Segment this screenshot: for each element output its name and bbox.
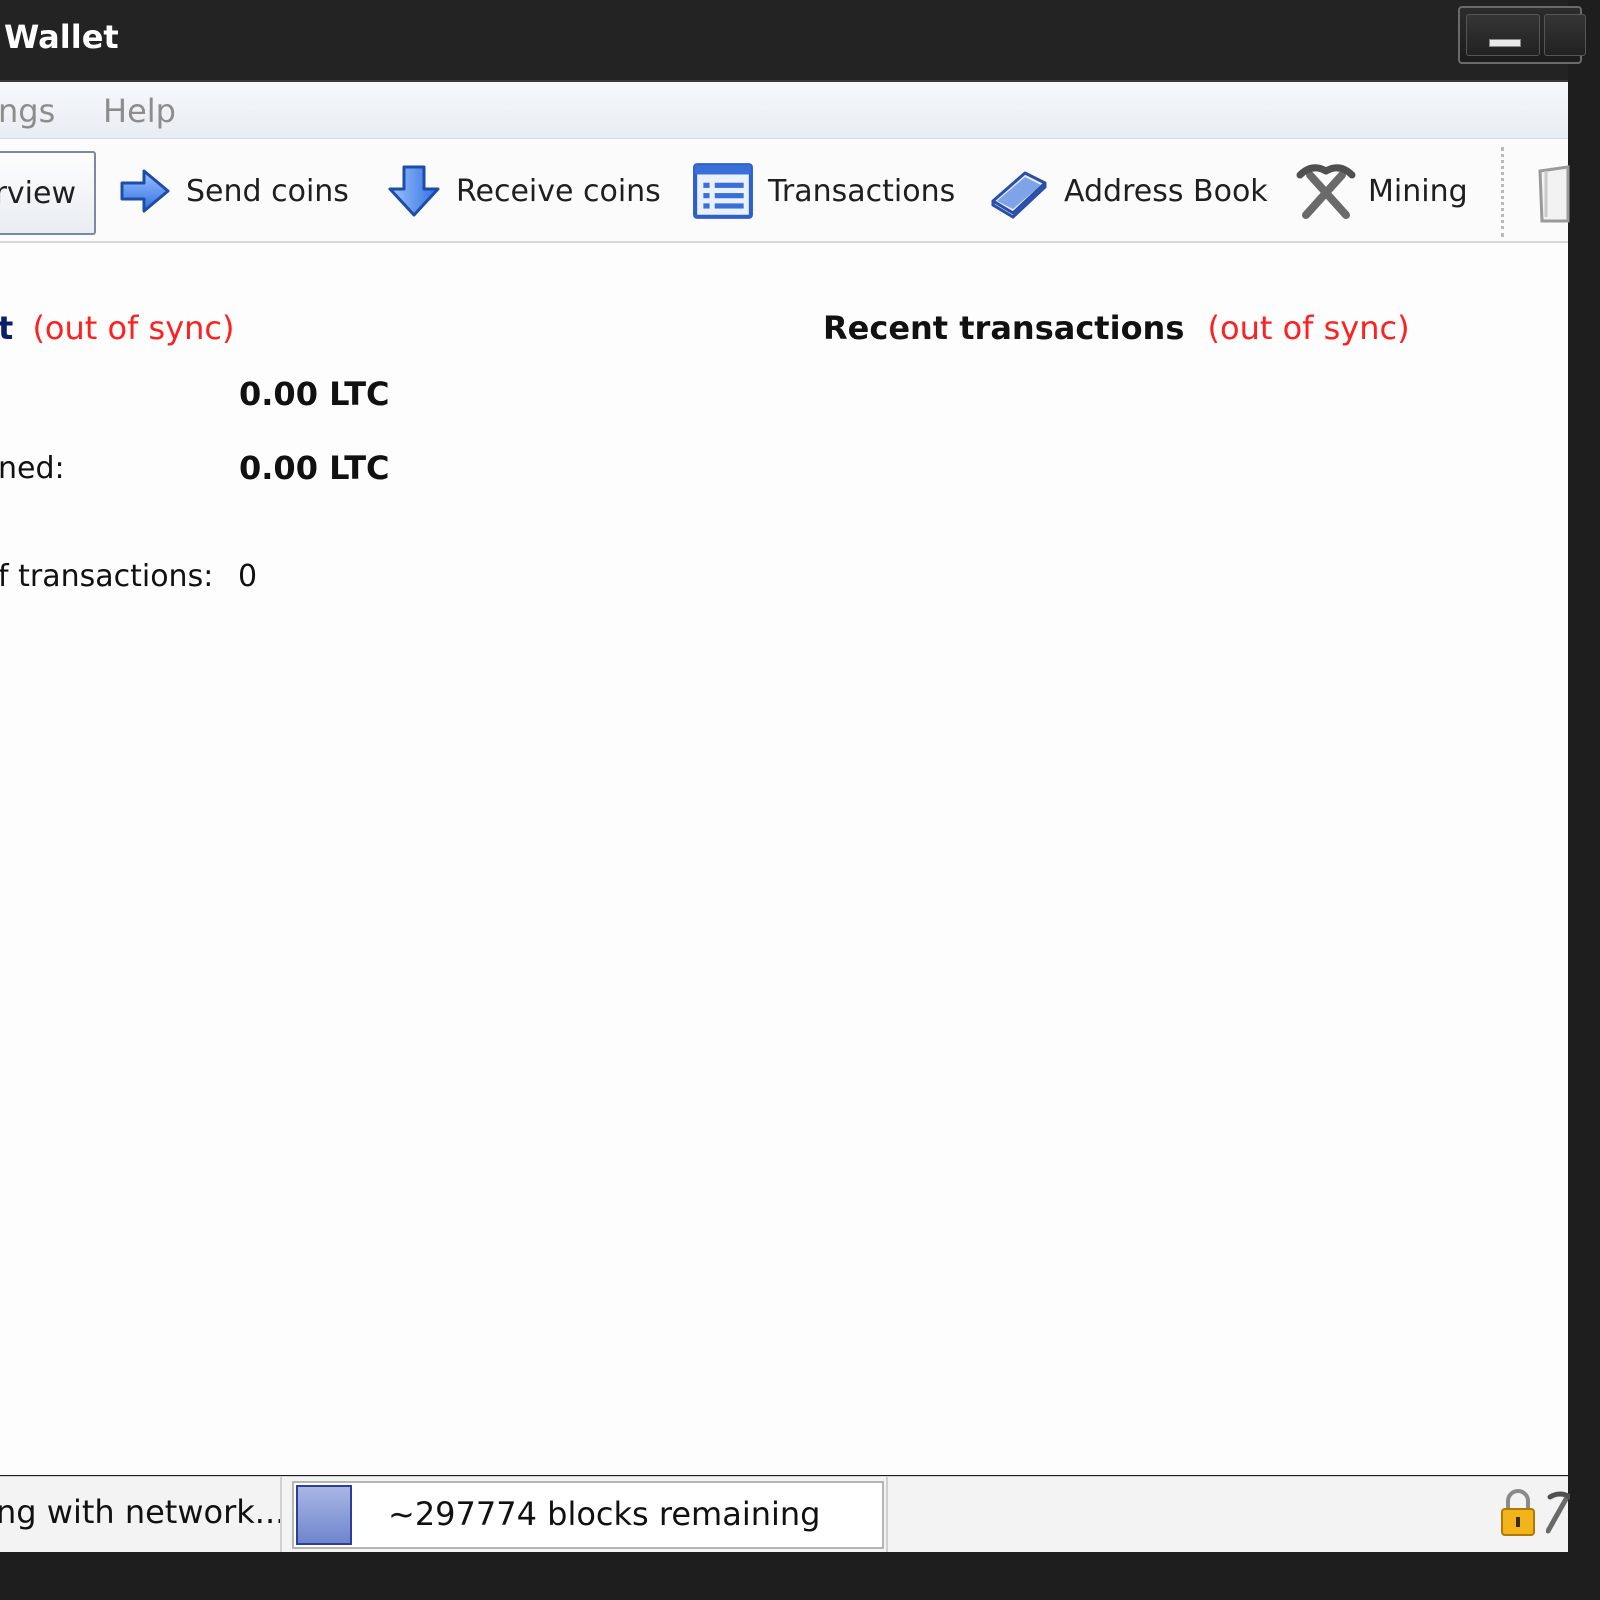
minimize-icon [1489,39,1521,47]
lock-icon[interactable] [1498,1489,1538,1537]
window-title: Wallet [4,18,119,56]
address-book-icon [991,171,1047,219]
sync-progress-fill [296,1485,352,1545]
tab-address-book[interactable]: Address Book [986,151,1268,231]
tab-send-coins[interactable]: Send coins [114,151,349,231]
unconfirmed-label: ned: [0,451,65,486]
title-bar: Wallet [0,0,1586,82]
tx-count-label: f transactions: [0,559,214,594]
recent-transactions-title: Recent transactions [823,309,1185,347]
tab-mining[interactable]: Mining [1296,151,1468,231]
tab-overview-label: rview [0,175,76,211]
wallet-out-of-sync-label: (out of sync) [32,309,235,347]
pickaxe-icon [1296,164,1356,219]
transactions-list-icon [693,163,753,219]
tab-transactions[interactable]: Transactions [690,151,955,231]
tab-address-book-label: Address Book [1064,173,1268,209]
toolbar: rview Send coins Receive coins Transacti… [0,139,1570,243]
tx-count-value: 0 [238,559,258,594]
window-controls [1458,6,1586,64]
wallet-heading-text: t [0,309,14,347]
tab-overview[interactable]: rview [0,151,96,235]
unconfirmed-value: 0.00 LTC [239,449,390,487]
tab-mining-label: Mining [1368,173,1468,209]
menu-help[interactable]: Help [103,92,176,130]
clipboard-icon[interactable] [1532,161,1572,225]
menu-bar: ngs Help [0,82,1568,139]
wallet-heading: t (out of sync) [0,309,234,347]
balance-value: 0.00 LTC [239,375,390,413]
mining-status-icon[interactable] [1546,1491,1570,1535]
sync-status-text: ng with network... [0,1493,286,1531]
recent-out-of-sync-label: (out of sync) [1207,309,1410,347]
maximize-button[interactable] [1544,14,1586,56]
tab-receive-coins[interactable]: Receive coins [384,151,661,231]
sync-progress-text: ~297774 blocks remaining [388,1495,821,1533]
receive-arrow-icon [388,165,440,217]
toolbar-separator [1501,147,1508,237]
tab-receive-coins-label: Receive coins [456,173,661,209]
status-bar: ng with network... ~297774 blocks remain… [0,1476,1570,1553]
send-arrow-icon [120,169,170,213]
tab-send-coins-label: Send coins [186,173,349,209]
recent-transactions-heading: Recent transactions (out of sync) [823,309,1410,347]
window-bottom-border [0,1552,1568,1568]
minimize-button[interactable] [1466,14,1540,56]
sync-progress-bar: ~297774 blocks remaining [292,1481,884,1549]
status-divider [886,1477,888,1553]
menu-settings[interactable]: ngs [0,92,55,130]
tab-transactions-label: Transactions [768,173,956,209]
status-divider [280,1477,282,1553]
overview-page: t (out of sync) 0.00 LTC ned: 0.00 LTC f… [0,243,1568,1475]
